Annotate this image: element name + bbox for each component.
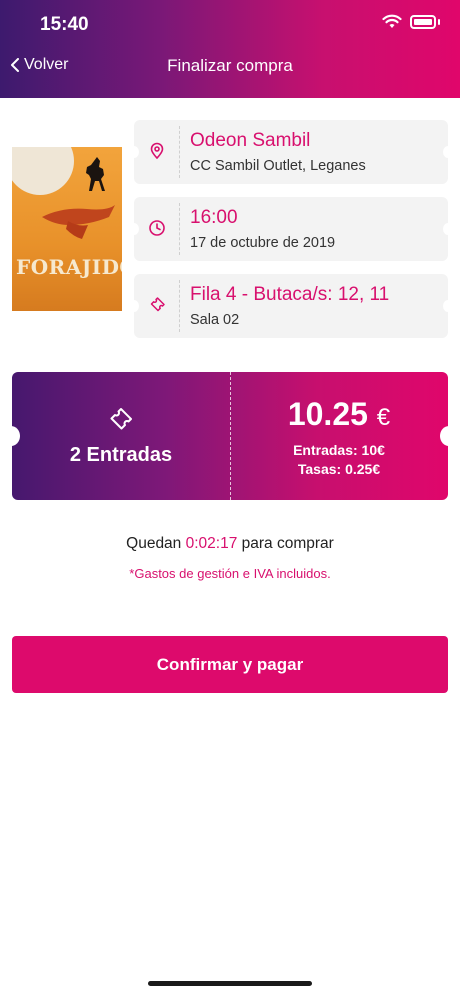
card-notch bbox=[129, 300, 139, 312]
movie-poster: FORAJIDOS bbox=[12, 147, 122, 311]
cinema-name: Odeon Sambil bbox=[190, 130, 311, 151]
page-title: Finalizar compra bbox=[167, 56, 293, 75]
confirm-pay-button[interactable]: Confirmar y pagar bbox=[12, 636, 448, 693]
remaining-time: Quedan 0:02:17 para comprar bbox=[0, 535, 460, 553]
wifi-icon bbox=[382, 14, 402, 28]
price-currency: € bbox=[376, 404, 391, 431]
home-indicator bbox=[148, 981, 312, 986]
card-divider bbox=[179, 126, 180, 178]
location-card: Odeon Sambil CC Sambil Outlet, Leganes bbox=[129, 120, 453, 184]
seats-card: Fila 4 - Butaca/s: 12, 11 Sala 02 bbox=[129, 274, 453, 338]
total-price: 10.25 € bbox=[230, 396, 448, 433]
ticket-notch bbox=[2, 426, 20, 446]
card-notch bbox=[443, 223, 453, 235]
card-notch bbox=[129, 146, 139, 158]
location-pin-icon bbox=[150, 142, 164, 160]
room-info: Sala 02 bbox=[190, 312, 240, 328]
battery-tip bbox=[438, 18, 440, 25]
poster-title: FORAJIDOS bbox=[16, 255, 122, 279]
ticket-separator bbox=[230, 372, 231, 500]
price-amount: 10.25 bbox=[287, 396, 368, 432]
status-time: 15:40 bbox=[40, 14, 89, 35]
showtime-card: 16:00 17 de octubre de 2019 bbox=[129, 197, 453, 261]
card-notch bbox=[443, 146, 453, 158]
entradas-breakdown: Entradas: 10€ bbox=[293, 442, 385, 458]
card-divider bbox=[179, 203, 180, 255]
card-notch bbox=[443, 300, 453, 312]
tasas-breakdown: Tasas: 0.25€ bbox=[297, 461, 381, 477]
status-icons bbox=[382, 14, 440, 29]
cinema-address: CC Sambil Outlet, Leganes bbox=[190, 158, 366, 174]
countdown-timer: 0:02:17 bbox=[185, 535, 238, 552]
ticket-count: 2 Entradas bbox=[69, 444, 173, 466]
clock-icon bbox=[149, 220, 165, 236]
card-notch bbox=[129, 223, 139, 235]
seat-info: Fila 4 - Butaca/s: 12, 11 bbox=[190, 284, 390, 305]
ticket-icon bbox=[150, 297, 165, 312]
battery-icon bbox=[410, 14, 436, 29]
poster-rider-illustration bbox=[42, 157, 115, 239]
remaining-prefix: Quedan bbox=[126, 535, 182, 552]
show-date: 17 de octubre de 2019 bbox=[190, 235, 336, 251]
remaining-suffix: para comprar bbox=[241, 535, 334, 552]
ticket-summary: 2 Entradas 10.25 € Entradas: 10€ Tasas: … bbox=[2, 372, 458, 500]
show-time: 16:00 bbox=[190, 207, 238, 228]
card-divider bbox=[179, 280, 180, 332]
fees-note: *Gastos de gestión e IVA incluidos. bbox=[129, 566, 331, 581]
ticket-icon bbox=[110, 408, 132, 430]
header-bar: 15:40 Volver Finalizar compra bbox=[0, 0, 460, 98]
